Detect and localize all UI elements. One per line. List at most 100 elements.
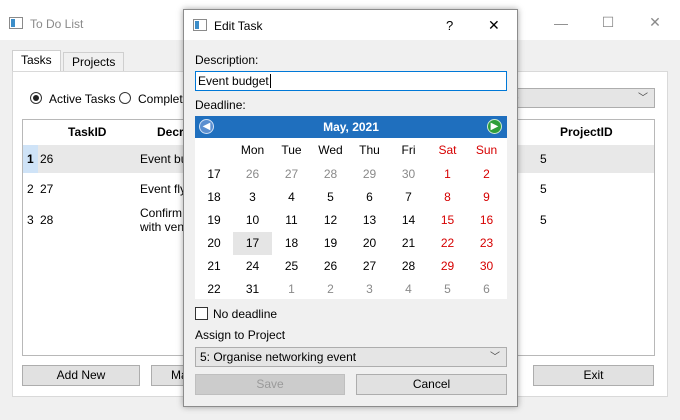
calendar-day[interactable]: 9 bbox=[467, 190, 506, 204]
app-icon bbox=[9, 17, 23, 29]
calendar-day[interactable]: 2 bbox=[311, 282, 350, 296]
tab-tasks[interactable]: Tasks bbox=[12, 50, 61, 72]
calendar-day[interactable]: 14 bbox=[389, 213, 428, 227]
calendar-day[interactable]: 13 bbox=[350, 213, 389, 227]
calendar-day[interactable]: 28 bbox=[311, 167, 350, 181]
calendar-day[interactable]: 3 bbox=[233, 190, 272, 204]
week-number: 21 bbox=[207, 259, 221, 273]
dialog-icon bbox=[193, 19, 207, 31]
exit-button[interactable]: Exit bbox=[533, 365, 654, 386]
calendar-day[interactable]: 23 bbox=[467, 236, 506, 250]
save-button[interactable]: Save bbox=[195, 374, 345, 395]
calendar-day[interactable]: 21 bbox=[389, 236, 428, 250]
week-number: 17 bbox=[207, 167, 221, 181]
add-new-button[interactable]: Add New bbox=[22, 365, 140, 386]
calendar-day[interactable]: 30 bbox=[467, 259, 506, 273]
column-header-taskid[interactable]: TaskID bbox=[68, 125, 158, 139]
active-tasks-label: Active Tasks bbox=[49, 92, 116, 106]
calendar-day[interactable]: 24 bbox=[233, 259, 272, 273]
calendar-day[interactable]: 12 bbox=[311, 213, 350, 227]
cell-taskid: 27 bbox=[40, 182, 54, 196]
cell-taskid: 26 bbox=[40, 152, 54, 166]
main-window-title: To Do List bbox=[30, 17, 84, 31]
description-input[interactable]: Event budget​ bbox=[195, 71, 507, 91]
description-value: Event budget bbox=[198, 74, 269, 88]
column-header-projectid[interactable]: ProjectID bbox=[560, 125, 613, 139]
calendar-day[interactable]: 25 bbox=[272, 259, 311, 273]
dialog-close-icon[interactable]: ✕ bbox=[488, 17, 500, 34]
calendar-day[interactable]: 5 bbox=[428, 282, 467, 296]
calendar-day[interactable]: 27 bbox=[272, 167, 311, 181]
cell-taskid: 28 bbox=[40, 213, 54, 227]
calendar-day-selected[interactable]: 17 bbox=[233, 232, 272, 255]
calendar-day[interactable]: 4 bbox=[389, 282, 428, 296]
assign-project-label: Assign to Project bbox=[195, 328, 286, 342]
calendar-day[interactable]: 15 bbox=[428, 213, 467, 227]
week-number: 19 bbox=[207, 213, 221, 227]
cell-description: Confirm bbox=[140, 206, 183, 220]
calendar-day[interactable]: 5 bbox=[311, 190, 350, 204]
filter-combo[interactable]: D ﹀ bbox=[505, 88, 655, 108]
calendar-day[interactable]: 16 bbox=[467, 213, 506, 227]
close-icon[interactable]: ✕ bbox=[645, 14, 665, 31]
calendar-day[interactable]: 29 bbox=[350, 167, 389, 181]
cell-projectid: 5 bbox=[540, 152, 547, 166]
calendar-day[interactable]: 10 bbox=[233, 213, 272, 227]
column-header-description[interactable]: Decr bbox=[157, 125, 184, 139]
calendar-day[interactable]: 29 bbox=[428, 259, 467, 273]
project-select[interactable]: 5: Organise networking event ﹀ bbox=[195, 347, 507, 367]
calendar-day[interactable]: 20 bbox=[350, 236, 389, 250]
calendar-day[interactable]: 11 bbox=[272, 213, 311, 227]
project-select-value: 5: Organise networking event bbox=[200, 350, 357, 364]
no-deadline-checkbox[interactable] bbox=[195, 307, 208, 320]
maximize-icon[interactable]: ☐ bbox=[598, 14, 618, 31]
calendar-day[interactable]: 18 bbox=[272, 236, 311, 250]
calendar-day[interactable]: 8 bbox=[428, 190, 467, 204]
row-number: 2 bbox=[27, 182, 34, 196]
weekday-header: Sun bbox=[475, 143, 498, 157]
calendar-day[interactable]: 3 bbox=[350, 282, 389, 296]
description-label: Description: bbox=[195, 53, 259, 67]
cell-description-line2: with ven bbox=[140, 220, 185, 234]
cell-projectid: 5 bbox=[540, 213, 547, 227]
calendar-day[interactable]: 6 bbox=[467, 282, 506, 296]
minimize-icon[interactable]: — bbox=[551, 15, 571, 31]
calendar-day[interactable]: 4 bbox=[272, 190, 311, 204]
chevron-down-icon: ﹀ bbox=[490, 352, 500, 363]
calendar-day[interactable]: 22 bbox=[428, 236, 467, 250]
weekday-header: Mon bbox=[240, 143, 265, 157]
calendar-day[interactable]: 26 bbox=[233, 167, 272, 181]
calendar-day[interactable]: 27 bbox=[350, 259, 389, 273]
calendar-header: ◀ May, 2021 ▶ bbox=[195, 116, 507, 138]
cancel-button[interactable]: Cancel bbox=[356, 374, 507, 395]
calendar-day[interactable]: 2 bbox=[467, 167, 506, 181]
calendar-day[interactable]: 28 bbox=[389, 259, 428, 273]
chevron-down-icon: ﹀ bbox=[638, 93, 648, 104]
weekday-header: Fri bbox=[401, 143, 416, 157]
calendar-day[interactable]: 31 bbox=[233, 282, 272, 296]
row-number: 3 bbox=[27, 213, 34, 227]
weekday-header: Sat bbox=[438, 143, 457, 157]
calendar-month-year[interactable]: May, 2021 bbox=[195, 120, 507, 134]
calendar-day[interactable]: 26 bbox=[311, 259, 350, 273]
no-deadline-label: No deadline bbox=[213, 307, 278, 321]
text-cursor: ​ bbox=[269, 74, 271, 88]
complete-radio[interactable] bbox=[119, 92, 131, 104]
dialog-titlebar: Edit Task ? ✕ bbox=[184, 10, 517, 40]
week-number: 18 bbox=[207, 190, 221, 204]
calendar-day[interactable]: 30 bbox=[389, 167, 428, 181]
calendar-day[interactable]: 7 bbox=[389, 190, 428, 204]
week-number: 22 bbox=[207, 282, 221, 296]
tab-projects[interactable]: Projects bbox=[63, 52, 125, 72]
active-tasks-radio[interactable] bbox=[30, 92, 42, 104]
calendar-day[interactable]: 6 bbox=[350, 190, 389, 204]
week-number: 20 bbox=[207, 236, 221, 250]
deadline-label: Deadline: bbox=[195, 98, 246, 112]
next-month-icon[interactable]: ▶ bbox=[487, 119, 502, 134]
calendar-day[interactable]: 1 bbox=[272, 282, 311, 296]
calendar-day[interactable]: 19 bbox=[311, 236, 350, 250]
weekday-header: Tue bbox=[281, 143, 302, 157]
calendar-day[interactable]: 1 bbox=[428, 167, 467, 181]
edit-task-dialog: Edit Task ? ✕ Description: Event budget​… bbox=[183, 9, 518, 407]
help-icon[interactable]: ? bbox=[446, 18, 453, 33]
